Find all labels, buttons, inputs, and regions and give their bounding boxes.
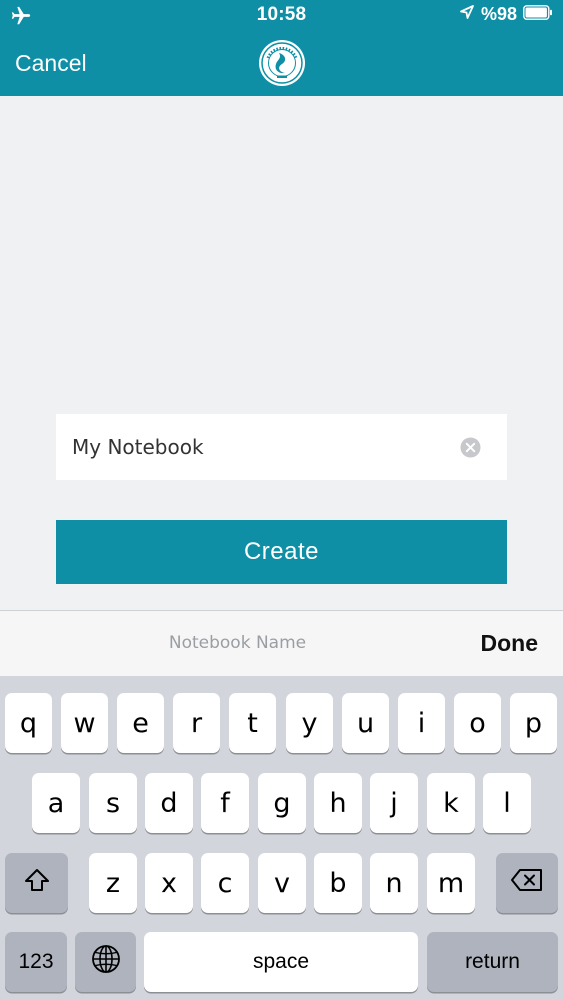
field-label: Notebook Name: [168, 633, 307, 653]
key-n[interactable]: n: [370, 853, 418, 913]
key-s[interactable]: s: [89, 773, 137, 833]
key-a[interactable]: a: [32, 773, 80, 833]
done-button[interactable]: Done: [481, 630, 539, 657]
backspace-icon: [510, 868, 544, 899]
return-key[interactable]: return: [427, 932, 558, 992]
key-p[interactable]: p: [510, 693, 557, 753]
key-c[interactable]: c: [201, 853, 249, 913]
cancel-button[interactable]: Cancel: [15, 50, 87, 77]
notebook-name-field[interactable]: [56, 414, 507, 480]
numbers-key[interactable]: 123: [5, 932, 67, 992]
key-i[interactable]: i: [398, 693, 445, 753]
key-m[interactable]: m: [427, 853, 475, 913]
university-logo-icon: [258, 39, 306, 87]
key-d[interactable]: d: [145, 773, 193, 833]
location-arrow-icon: [459, 4, 475, 25]
globe-key[interactable]: [75, 932, 136, 992]
key-o[interactable]: o: [454, 693, 501, 753]
key-v[interactable]: v: [258, 853, 306, 913]
keyboard-accessory-bar: Notebook Name Done: [0, 610, 563, 676]
space-key[interactable]: space: [144, 932, 418, 992]
key-l[interactable]: l: [483, 773, 531, 833]
key-k[interactable]: k: [427, 773, 475, 833]
globe-icon: [91, 944, 121, 981]
key-h[interactable]: h: [314, 773, 362, 833]
clear-text-icon[interactable]: [460, 437, 481, 458]
key-z[interactable]: z: [89, 853, 137, 913]
key-j[interactable]: j: [370, 773, 418, 833]
status-bar: 10:58 %98: [0, 0, 563, 32]
key-g[interactable]: g: [258, 773, 306, 833]
key-e[interactable]: e: [117, 693, 164, 753]
app-header: 10:58 %98 Cancel: [0, 0, 563, 96]
backspace-key[interactable]: [496, 853, 558, 913]
key-r[interactable]: r: [173, 693, 220, 753]
key-x[interactable]: x: [145, 853, 193, 913]
key-y[interactable]: y: [286, 693, 333, 753]
shift-key[interactable]: [5, 853, 68, 913]
status-right-group: %98: [459, 4, 553, 25]
key-w[interactable]: w: [61, 693, 108, 753]
key-u[interactable]: u: [342, 693, 389, 753]
key-b[interactable]: b: [314, 853, 362, 913]
create-button[interactable]: Create: [56, 520, 507, 584]
keyboard: q w e r t y u i o p a s d f g h j k l z …: [0, 676, 563, 1000]
notebook-name-input[interactable]: [56, 414, 462, 480]
shift-icon: [23, 867, 51, 900]
battery-percent: %98: [480, 4, 517, 24]
battery-icon: [523, 4, 553, 25]
key-t[interactable]: t: [229, 693, 276, 753]
key-q[interactable]: q: [5, 693, 52, 753]
key-f[interactable]: f: [201, 773, 249, 833]
